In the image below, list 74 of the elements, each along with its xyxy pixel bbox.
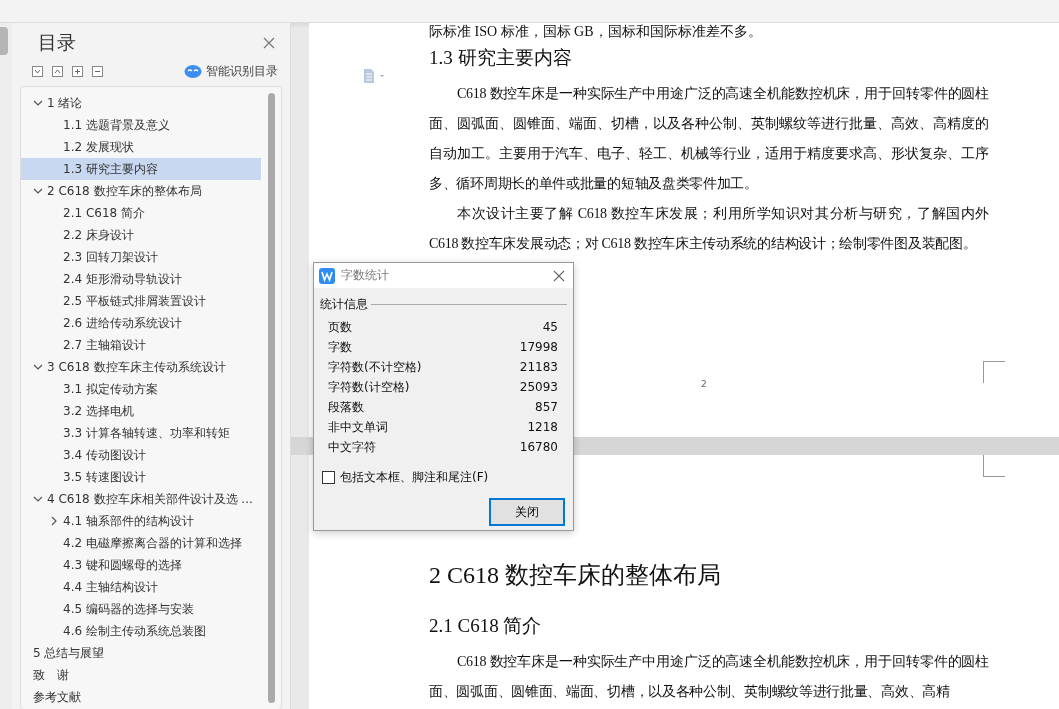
toc-item[interactable]: 致 谢 bbox=[21, 664, 261, 686]
toc-item[interactable]: 3.2 选择电机 bbox=[21, 400, 261, 422]
stat-value: 25093 bbox=[519, 380, 558, 394]
section-heading: 1.3 研究主要内容 bbox=[429, 46, 573, 70]
toc-item[interactable]: 1 绪论 bbox=[21, 92, 261, 114]
toc-item[interactable]: 1.1 选题背景及意义 bbox=[21, 114, 261, 136]
close-button[interactable]: 关闭 bbox=[489, 498, 565, 526]
toc-item[interactable]: 4.5 编码器的选择与安装 bbox=[21, 598, 261, 620]
stat-label: 中文字符 bbox=[328, 438, 376, 456]
checkbox[interactable] bbox=[322, 471, 335, 484]
toc-item[interactable]: 2.6 进给传动系统设计 bbox=[21, 312, 261, 334]
stat-label: 非中文单词 bbox=[328, 418, 388, 436]
robot-icon bbox=[184, 65, 202, 78]
panel-title: 目录 bbox=[38, 30, 76, 55]
chevron-icon[interactable] bbox=[33, 186, 43, 196]
close-icon[interactable] bbox=[553, 269, 565, 282]
toc-item[interactable]: 2.3 回转刀架设计 bbox=[21, 246, 261, 268]
toc-item[interactable]: 4 C618 数控车床相关部件设计及选 ... bbox=[21, 488, 261, 510]
crop-mark bbox=[983, 361, 1005, 383]
toc-item[interactable]: 3 C618 数控车床主传动系统设计 bbox=[21, 356, 261, 378]
toc-item[interactable]: 参考文献 bbox=[21, 686, 261, 708]
expand-icon[interactable] bbox=[32, 66, 43, 77]
body-paragraph: C618 数控车床是一种实际生产中用途广泛的高速全机能数控机床，用于回转零件的圆柱面、圆弧面、圆锥面、端面、切槽，以及各种公制、英制螺纹等进行批量、高效、高精度的自动加工。主要用于汽车、电子、轻工、机械等行业，适用于精度要求高、形状复杂、工序多、循环周期长的单件或批量的短轴及盘类零件加工。 bbox=[429, 85, 989, 193]
section-heading: 2.1 C618 简介 bbox=[429, 614, 543, 638]
stat-value: 16780 bbox=[519, 440, 558, 454]
stat-value: 17998 bbox=[519, 340, 558, 354]
collapse-icon[interactable] bbox=[52, 66, 63, 77]
toc-item[interactable]: 4.1 轴系部件的结构设计 bbox=[21, 510, 261, 532]
page-number: 2 bbox=[701, 379, 707, 389]
stat-value: 857 bbox=[535, 400, 558, 414]
crop-mark bbox=[983, 455, 1005, 477]
app-logo-icon bbox=[319, 267, 335, 284]
stat-label: 字符数(计空格) bbox=[328, 378, 410, 396]
toc-item[interactable]: 2.5 平板链式排屑装置设计 bbox=[21, 290, 261, 312]
chapter-heading: 2 C618 数控车床的整体布局 bbox=[429, 561, 722, 590]
stat-label: 页数 bbox=[328, 318, 352, 336]
toc-item[interactable]: 2.1 C618 简介 bbox=[21, 202, 261, 224]
body-paragraph: C618 数控车床是一种实际生产中用途广泛的高速全机能数控机床，用于回转零件的圆柱面、圆弧面、圆锥面、端面、切槽，以及各种公制、英制螺纹等进行批量、高效、高精 bbox=[429, 653, 989, 701]
stat-label: 字数 bbox=[328, 338, 352, 356]
toc-item[interactable]: 3.1 拟定传动方案 bbox=[21, 378, 261, 400]
toc-item[interactable]: 2.2 床身设计 bbox=[21, 224, 261, 246]
toc-item[interactable]: 2 C618 数控车床的整体布局 bbox=[21, 180, 261, 202]
dialog-title: 字数统计 bbox=[341, 267, 390, 284]
toc-item[interactable]: 3.3 计算各轴转速、功率和转矩 bbox=[21, 422, 261, 444]
chevron-icon[interactable] bbox=[33, 494, 43, 504]
close-icon[interactable] bbox=[262, 36, 276, 50]
body-paragraph: 本次设计主要了解 C618 数控车床发展；利用所学知识对其分析与研究，了解国内外 C618 数控车床发展动态；对 C618 数控车床主传动系统的结构设计；绘制零件图及装配图。 bbox=[429, 205, 989, 253]
scrollbar-thumb[interactable] bbox=[268, 93, 275, 703]
toc-item[interactable]: 4.6 绘制主传动系统总装图 bbox=[21, 620, 261, 642]
toc-item[interactable]: 3.4 传动图设计 bbox=[21, 444, 261, 466]
toc-item[interactable]: 4.2 电磁摩擦离合器的计算和选择 bbox=[21, 532, 261, 554]
checkbox-label[interactable]: 包括文本框、脚注和尾注(F) bbox=[340, 469, 489, 486]
plus-icon[interactable] bbox=[72, 66, 83, 77]
toc-item[interactable]: 2.4 矩形滑动导轨设计 bbox=[21, 268, 261, 290]
toc-item[interactable]: 4.3 键和圆螺母的选择 bbox=[21, 554, 261, 576]
smart-toc-button[interactable]: 智能识别目录 bbox=[184, 63, 278, 80]
toc-item[interactable]: 1.3 研究主要内容 bbox=[21, 158, 261, 180]
minus-icon[interactable] bbox=[92, 66, 103, 77]
scrollbar-thumb[interactable] bbox=[0, 27, 8, 55]
stat-value: 21183 bbox=[519, 360, 558, 374]
stat-value: 45 bbox=[542, 320, 558, 334]
chevron-icon[interactable] bbox=[49, 516, 59, 526]
chevron-icon[interactable] bbox=[33, 98, 43, 108]
stat-label: 段落数 bbox=[328, 398, 364, 416]
group-label: 统计信息 bbox=[320, 296, 368, 313]
chevron-icon[interactable] bbox=[33, 362, 43, 372]
toc-item[interactable]: 5 总结与展望 bbox=[21, 642, 261, 664]
stat-label: 字符数(不计空格) bbox=[328, 358, 422, 376]
toc-item[interactable]: 2.7 主轴箱设计 bbox=[21, 334, 261, 356]
toc-item[interactable]: 3.5 转速图设计 bbox=[21, 466, 261, 488]
stat-value: 1218 bbox=[527, 420, 558, 434]
toc-item[interactable]: 1.2 发展现状 bbox=[21, 136, 261, 158]
body-text: 际标准 ISO 标准，国标 GB，国标和国际标准差不多。 bbox=[429, 23, 763, 41]
toc-item[interactable]: 4.4 主轴结构设计 bbox=[21, 576, 261, 598]
